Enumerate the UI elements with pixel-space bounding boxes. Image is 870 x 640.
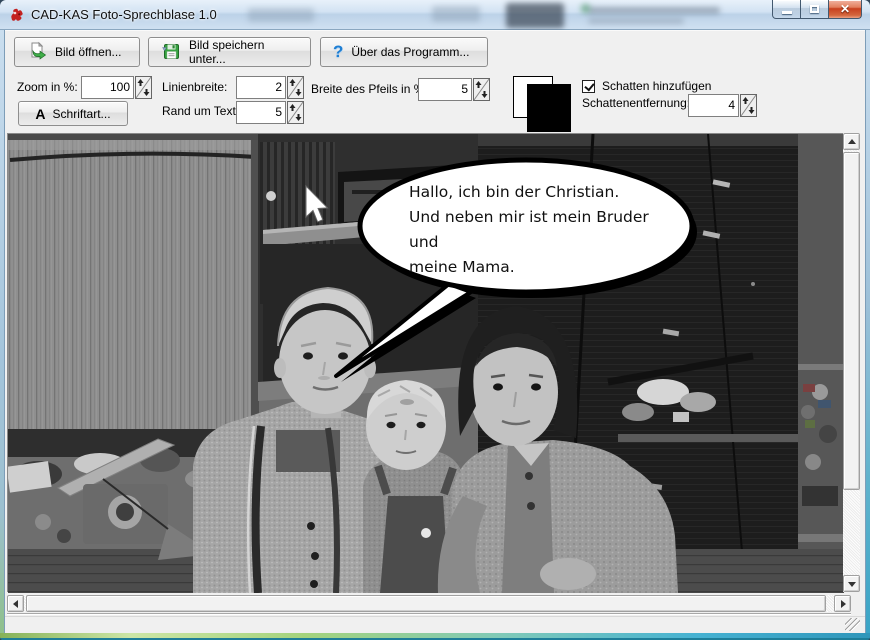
window-border-bottom (0, 633, 870, 640)
wood-cabinet-left (8, 140, 259, 440)
arrow-left-icon (13, 600, 18, 608)
shadow-checkbox[interactable] (582, 80, 595, 93)
zoom-label: Zoom in %: (17, 80, 78, 94)
arrow-down-icon (848, 582, 856, 587)
window-border-right (865, 30, 870, 633)
zoom-spinner[interactable] (135, 76, 152, 99)
save-icon (161, 41, 181, 64)
glass-ghost (248, 8, 314, 22)
window-title: CAD-KAS Foto-Sprechblase 1.0 (31, 7, 217, 22)
glass-ghost (588, 18, 684, 24)
open-image-label: Bild öffnen... (55, 45, 122, 59)
shadow-distance-input[interactable]: 4 (688, 94, 739, 117)
app-logo-icon (9, 7, 25, 23)
bubble-text-line: Hallo, ich bin der Christian. (409, 183, 619, 201)
scroll-right-button[interactable] (834, 595, 851, 612)
arrow-right-icon (841, 600, 846, 608)
linewidth-label: Linienbreite: (162, 80, 227, 94)
bubble-text-line: Und neben mir ist mein Bruder (409, 208, 649, 226)
photo-canvas[interactable]: Hallo, ich bin der Christian. Und neben … (7, 133, 843, 592)
shadow-distance-spinedit: 4 (688, 94, 757, 117)
minimize-icon (782, 11, 792, 14)
glass-ghost (588, 7, 720, 14)
divider (7, 613, 851, 615)
resize-grip-icon[interactable] (845, 618, 860, 631)
scroll-up-button[interactable] (843, 133, 860, 150)
arrow-width-spinner[interactable] (473, 78, 490, 101)
close-icon: ✕ (840, 2, 850, 16)
text-margin-spinedit: 5 (236, 101, 304, 124)
about-label: Über das Programm... (351, 45, 469, 59)
text-margin-input[interactable]: 5 (236, 101, 286, 124)
shadow-distance-label: Schattenentfernung: (582, 96, 690, 110)
photo-scene: Hallo, ich bin der Christian. Und neben … (8, 134, 844, 593)
linewidth-input[interactable]: 2 (236, 76, 286, 99)
glass-ghost (432, 6, 480, 22)
font-button[interactable]: A Schriftart... (18, 101, 128, 126)
arrow-width-input[interactable]: 5 (418, 78, 472, 101)
glass-ghost (506, 3, 564, 28)
title-bar[interactable]: CAD-KAS Foto-Sprechblase 1.0 ✕ (0, 0, 870, 30)
maximize-button[interactable] (800, 0, 829, 19)
bold-A-icon: A (35, 106, 45, 122)
linewidth-spinedit: 2 (236, 76, 304, 99)
shadow-distance-spinner[interactable] (740, 94, 757, 117)
arrow-up-icon (848, 139, 856, 144)
app-window: CAD-KAS Foto-Sprechblase 1.0 ✕ Bild öffn… (0, 0, 870, 640)
horizontal-scroll-thumb[interactable] (26, 595, 826, 612)
text-margin-spinner[interactable] (287, 101, 304, 124)
horizontal-scrollbar[interactable] (7, 595, 851, 612)
scroll-down-button[interactable] (843, 575, 860, 592)
save-image-button[interactable]: Bild speichern unter... (148, 37, 311, 67)
line-color-swatch[interactable] (527, 84, 571, 132)
vertical-scroll-thumb[interactable] (843, 152, 860, 490)
question-icon: ? (333, 42, 343, 62)
font-button-label: Schriftart... (53, 107, 111, 121)
arrow-width-spinedit: 5 (418, 78, 490, 101)
shelf-right-edge (798, 134, 844, 593)
arrow-width-label: Breite des Pfeils in %: (311, 82, 428, 96)
open-image-button[interactable]: Bild öffnen... (14, 37, 140, 67)
vertical-scrollbar[interactable] (843, 133, 860, 592)
bubble-text-line: meine Mama. (409, 258, 515, 276)
zoom-input[interactable]: 100 (81, 76, 134, 99)
scroll-left-button[interactable] (7, 595, 24, 612)
shadow-checkbox-label: Schatten hinzufügen (602, 79, 711, 93)
zoom-spinedit: 100 (81, 76, 152, 99)
glass-ghost (581, 4, 590, 13)
bubble-text-line: und (409, 233, 439, 251)
open-image-icon (27, 41, 47, 64)
text-margin-label: Rand um Text (162, 104, 236, 118)
save-image-label: Bild speichern unter... (189, 38, 298, 66)
minimize-button[interactable] (772, 0, 801, 19)
linewidth-spinner[interactable] (287, 76, 304, 99)
maximize-icon (810, 5, 819, 13)
about-button[interactable]: ? Über das Programm... (320, 37, 488, 67)
close-button[interactable]: ✕ (828, 0, 862, 19)
status-bar (5, 616, 865, 633)
